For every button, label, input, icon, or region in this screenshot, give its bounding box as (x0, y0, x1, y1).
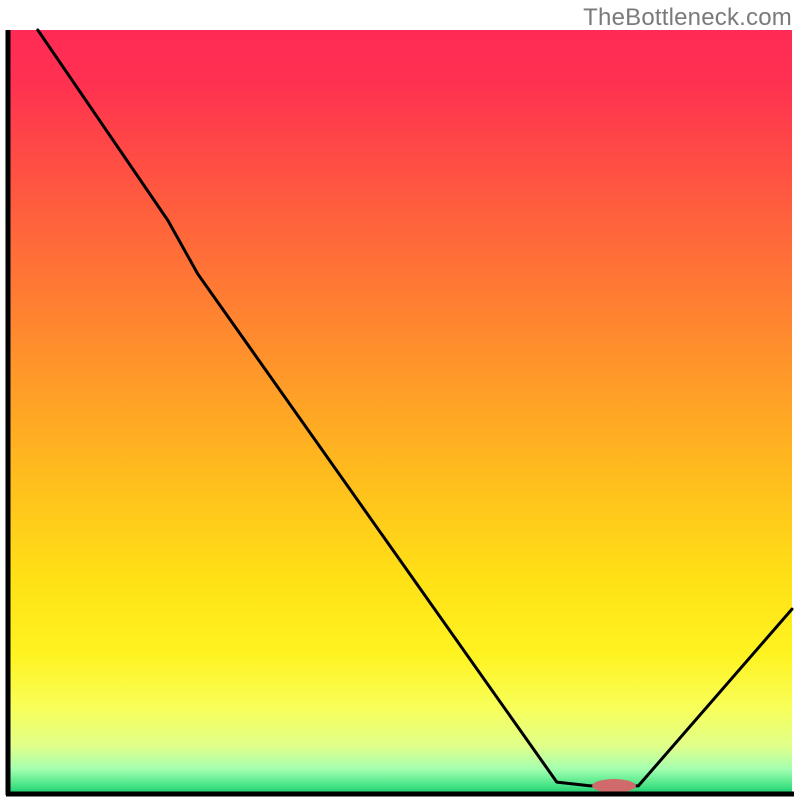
chart-wrapper: TheBottleneck.com (0, 0, 800, 800)
plot-background (8, 30, 792, 792)
bottleneck-chart (0, 0, 800, 800)
optimal-marker (592, 779, 636, 793)
watermark-text: TheBottleneck.com (583, 4, 792, 32)
